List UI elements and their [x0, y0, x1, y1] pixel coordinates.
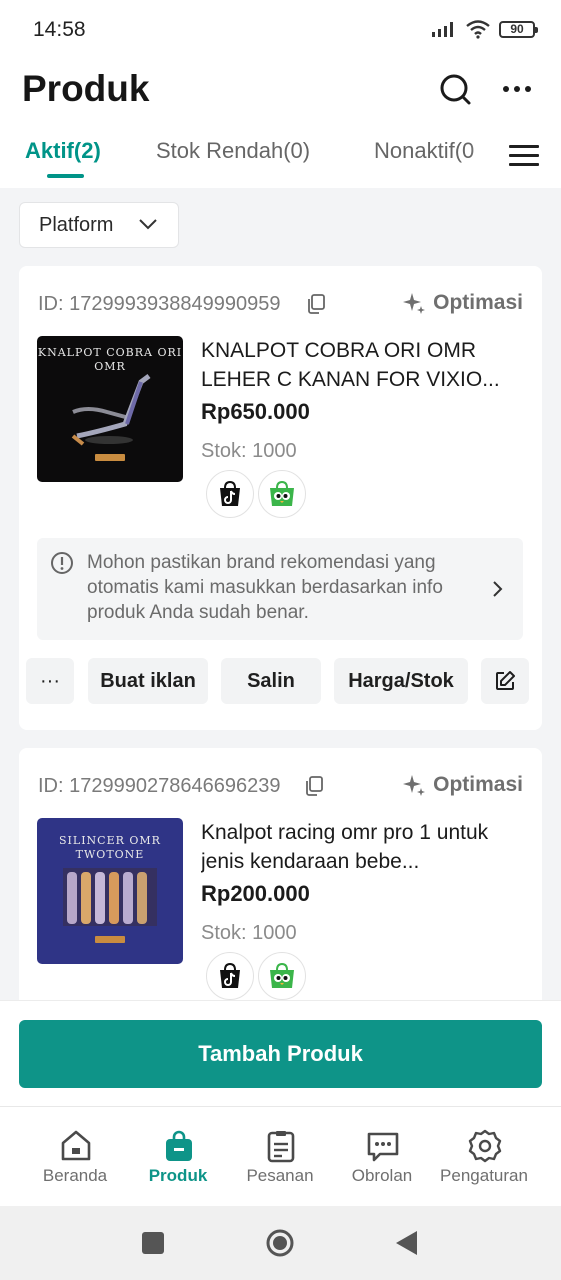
search-icon[interactable] [438, 72, 474, 108]
info-icon [51, 552, 73, 574]
sparkle-icon [403, 293, 426, 314]
product-stock: Stok: 1000 [201, 922, 297, 944]
signal-icon [432, 22, 453, 37]
tokopedia-icon [258, 952, 306, 1000]
more-actions-button[interactable]: ··· [26, 658, 74, 704]
add-product-bar: Tambah Produk [0, 1000, 561, 1106]
product-name[interactable]: Knalpot racing omr pro 1 untuk jenis ken… [201, 818, 521, 876]
chat-icon [367, 1132, 399, 1162]
product-thumbnail[interactable]: KNALPOT COBRA ORI OMR [37, 336, 183, 482]
bag-icon [166, 1130, 192, 1161]
back-icon[interactable] [392, 1228, 422, 1258]
product-card[interactable]: ID: 1729990278646696239 Optimasi SILINCE… [19, 748, 542, 1028]
home-button-icon[interactable] [265, 1228, 295, 1258]
status-time: 14:58 [33, 18, 86, 41]
optimize-label: Optimasi [433, 773, 523, 796]
sparkle-icon [403, 775, 426, 796]
gear-icon [468, 1129, 502, 1163]
product-name[interactable]: KNALPOT COBRA ORI OMR LEHER C KANAN FOR … [201, 336, 521, 394]
optimize-button[interactable]: Optimasi [402, 773, 523, 797]
product-price: Rp650.000 [201, 399, 310, 424]
product-card[interactable]: ID: 1729993938849990959 Optimasi KNALPOT… [19, 266, 542, 730]
header: Produk Aktif(2) Stok Rendah(0) Nonaktif(… [0, 60, 561, 188]
price-stock-button[interactable]: Harga/Stok [334, 658, 468, 704]
optimize-label: Optimasi [433, 291, 523, 314]
product-price: Rp200.000 [201, 881, 310, 906]
system-nav-bar [0, 1206, 561, 1280]
nav-label: Beranda [42, 1166, 108, 1185]
clipboard-icon [267, 1131, 295, 1163]
wifi-icon [466, 20, 490, 39]
page-title: Produk [22, 68, 150, 109]
tab-stok-rendah[interactable]: Stok Rendah(0) [156, 138, 310, 164]
nav-label: Pesanan [246, 1166, 314, 1185]
edit-icon [496, 671, 515, 690]
nav-label: Produk [148, 1166, 208, 1185]
brand-notice[interactable]: Mohon pastikan brand rekomendasi yang ot… [37, 538, 523, 640]
nav-item-obrolan[interactable]: Obrolan [327, 1107, 437, 1207]
product-tabs: Aktif(2) Stok Rendah(0) Nonaktif(0 [0, 134, 561, 188]
platform-filter-dropdown[interactable]: Platform [19, 202, 179, 248]
chevron-down-icon [139, 219, 157, 230]
battery-icon: 90 [499, 20, 538, 38]
more-icon[interactable] [500, 72, 536, 108]
product-id: ID: 1729990278646696239 [38, 775, 281, 797]
nav-item-pengaturan[interactable]: Pengaturan [429, 1107, 539, 1207]
edit-button[interactable] [481, 658, 529, 704]
tab-aktif[interactable]: Aktif(2) [25, 138, 101, 164]
add-product-button[interactable]: Tambah Produk [19, 1020, 542, 1088]
home-icon [61, 1130, 91, 1161]
optimize-button[interactable]: Optimasi [402, 291, 523, 315]
nav-label: Pengaturan [440, 1166, 528, 1185]
bottom-nav: Beranda Produk Pesanan Obrolan Pengatura… [0, 1106, 561, 1206]
chevron-right-icon [493, 581, 503, 597]
recent-apps-icon[interactable] [138, 1228, 168, 1258]
product-thumbnail[interactable]: SILINCER OMR TWOTONE [37, 818, 183, 964]
nav-label: Obrolan [351, 1166, 413, 1185]
tokopedia-icon [258, 470, 306, 518]
create-ad-button[interactable]: Buat iklan [88, 658, 208, 704]
copy-id-icon[interactable] [303, 775, 325, 797]
nav-item-produk[interactable]: Produk [123, 1107, 233, 1207]
tiktok-shop-icon [206, 470, 254, 518]
status-bar: 14:58 90 [0, 0, 561, 60]
platform-filter-label: Platform [39, 213, 114, 236]
status-icons: 90 [431, 19, 538, 39]
card-actions: ··· Buat iklan Salin Harga/Stok [26, 658, 536, 704]
tiktok-shop-icon [206, 952, 254, 1000]
tab-active-indicator [47, 174, 84, 178]
thumbnail-badge [95, 936, 125, 943]
copy-id-icon[interactable] [305, 293, 327, 315]
nav-item-beranda[interactable]: Beranda [20, 1107, 130, 1207]
nav-item-pesanan[interactable]: Pesanan [225, 1107, 335, 1207]
thumbnail-badge [95, 454, 125, 461]
tab-fade [470, 134, 500, 184]
tab-menu-icon[interactable] [500, 134, 561, 184]
tab-nonaktif[interactable]: Nonaktif(0 [374, 138, 474, 164]
copy-product-button[interactable]: Salin [221, 658, 321, 704]
notice-text: Mohon pastikan brand rekomendasi yang ot… [87, 552, 443, 623]
product-id: ID: 1729993938849990959 [38, 293, 281, 315]
product-stock: Stok: 1000 [201, 440, 297, 462]
